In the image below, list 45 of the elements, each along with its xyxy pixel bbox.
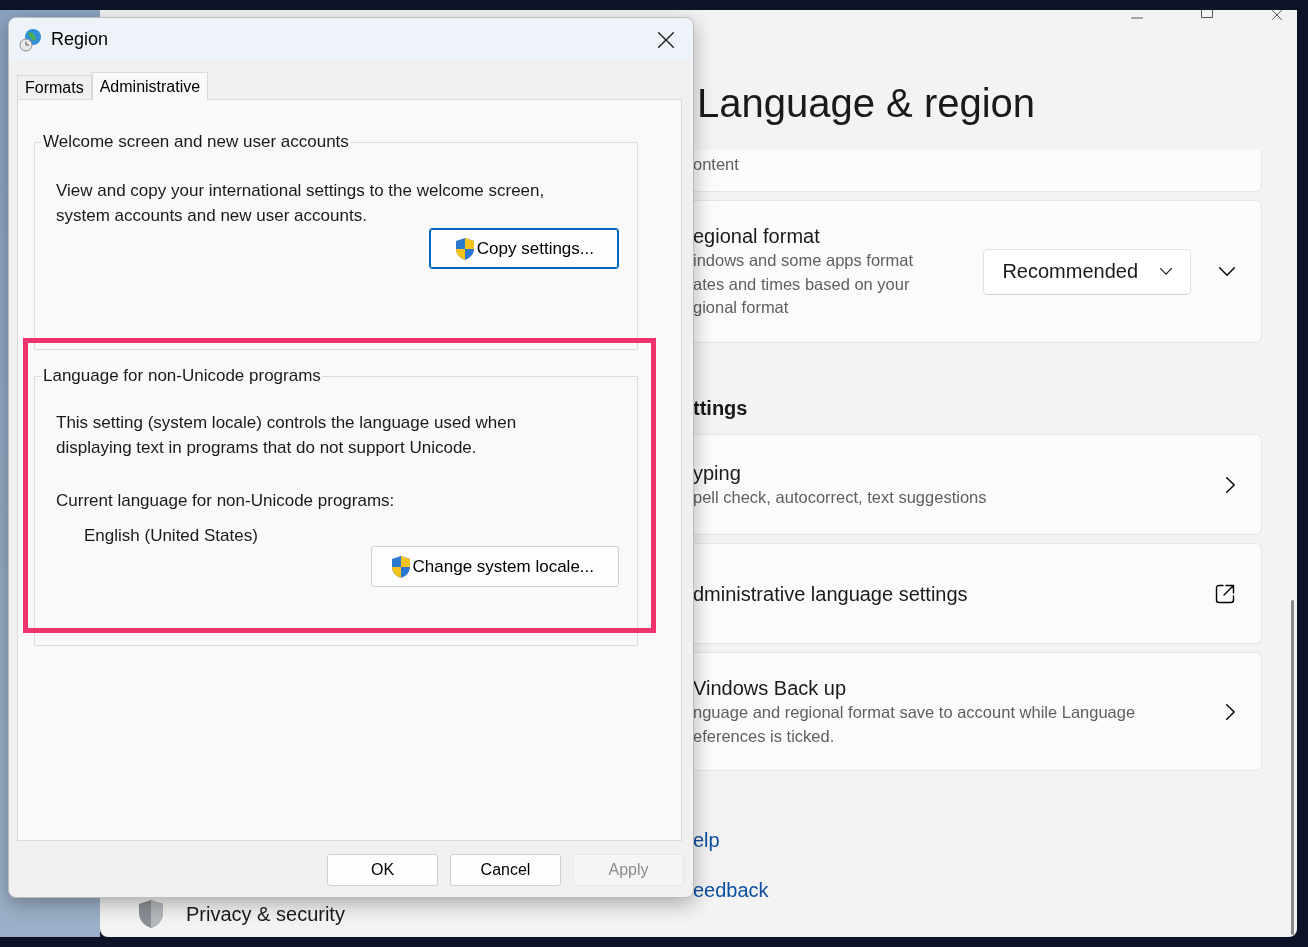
card-description: ontent <box>693 153 740 175</box>
shield-icon <box>138 899 164 929</box>
current-language-value: English (United States) <box>83 526 259 546</box>
page-title: Language & region <box>696 80 1037 127</box>
minimize-icon <box>1131 17 1143 19</box>
group-description: View and copy your international settings to the welcome screen, system accounts and new user accounts. <box>56 180 546 227</box>
chevron-right-icon[interactable] <box>1226 703 1235 720</box>
settings-card[interactable]: egional format indows and some apps format ates and times based on your gional format Recommended <box>693 200 1262 343</box>
dialog-button[interactable]: OK <box>327 854 438 886</box>
dialog-title: Region <box>51 29 110 50</box>
shield-button[interactable]: Copy settings... <box>428 228 619 269</box>
card-description: pell check, autocorrect, text suggestions <box>693 486 988 508</box>
expand-chevron-icon[interactable] <box>1219 267 1235 276</box>
group-title: Language for non-Unicode programs <box>42 366 322 386</box>
shield-button[interactable]: Change system locale... <box>370 546 619 587</box>
tab[interactable]: Administrative <box>91 72 209 100</box>
card-title: egional format <box>693 224 821 250</box>
sidebar-item[interactable]: Privacy & security <box>138 897 693 931</box>
shield-icon <box>453 236 476 261</box>
maximize-icon <box>1201 10 1213 18</box>
scrollbar[interactable] <box>1291 600 1294 935</box>
group-title: Welcome screen and new user accounts <box>42 132 350 152</box>
close-icon <box>658 31 674 48</box>
settings-card[interactable]: dministrative language settings <box>693 543 1262 644</box>
globe-clock-icon <box>19 27 43 52</box>
group-description: This setting (system locale) controls the language used when displaying text in programs that do not support Unicode. <box>56 412 518 459</box>
current-language-label: Current language for non-Unicode programs: <box>56 490 396 512</box>
chevron-down-icon <box>1160 268 1172 275</box>
help-link[interactable]: eedback <box>693 879 1262 902</box>
close-icon <box>1272 10 1282 20</box>
chevron-right-icon[interactable] <box>1226 476 1235 493</box>
card-title: yping <box>693 460 742 486</box>
card-description: indows and some apps format ates and times based on your gional format <box>693 250 915 319</box>
section-heading: ttings <box>693 396 749 421</box>
tab[interactable]: Formats <box>17 75 92 99</box>
card-description: nguage and regional format save to account while Language eferences is ticked. <box>693 702 1137 747</box>
settings-card[interactable]: Vindows Back up nguage and regional format save to account while Language eferences is ticked. <box>693 652 1262 771</box>
external-link-icon[interactable] <box>1215 583 1235 604</box>
card-title: dministrative language settings <box>693 581 969 607</box>
format-dropdown[interactable]: Recommended <box>983 248 1191 295</box>
card-title: Vindows Back up <box>693 676 848 701</box>
help-link[interactable]: elp <box>693 829 1262 852</box>
settings-card[interactable]: yping pell check, autocorrect, text suggestions <box>693 434 1262 535</box>
shield-icon <box>389 554 412 579</box>
dialog-button[interactable]: Cancel <box>450 854 561 886</box>
